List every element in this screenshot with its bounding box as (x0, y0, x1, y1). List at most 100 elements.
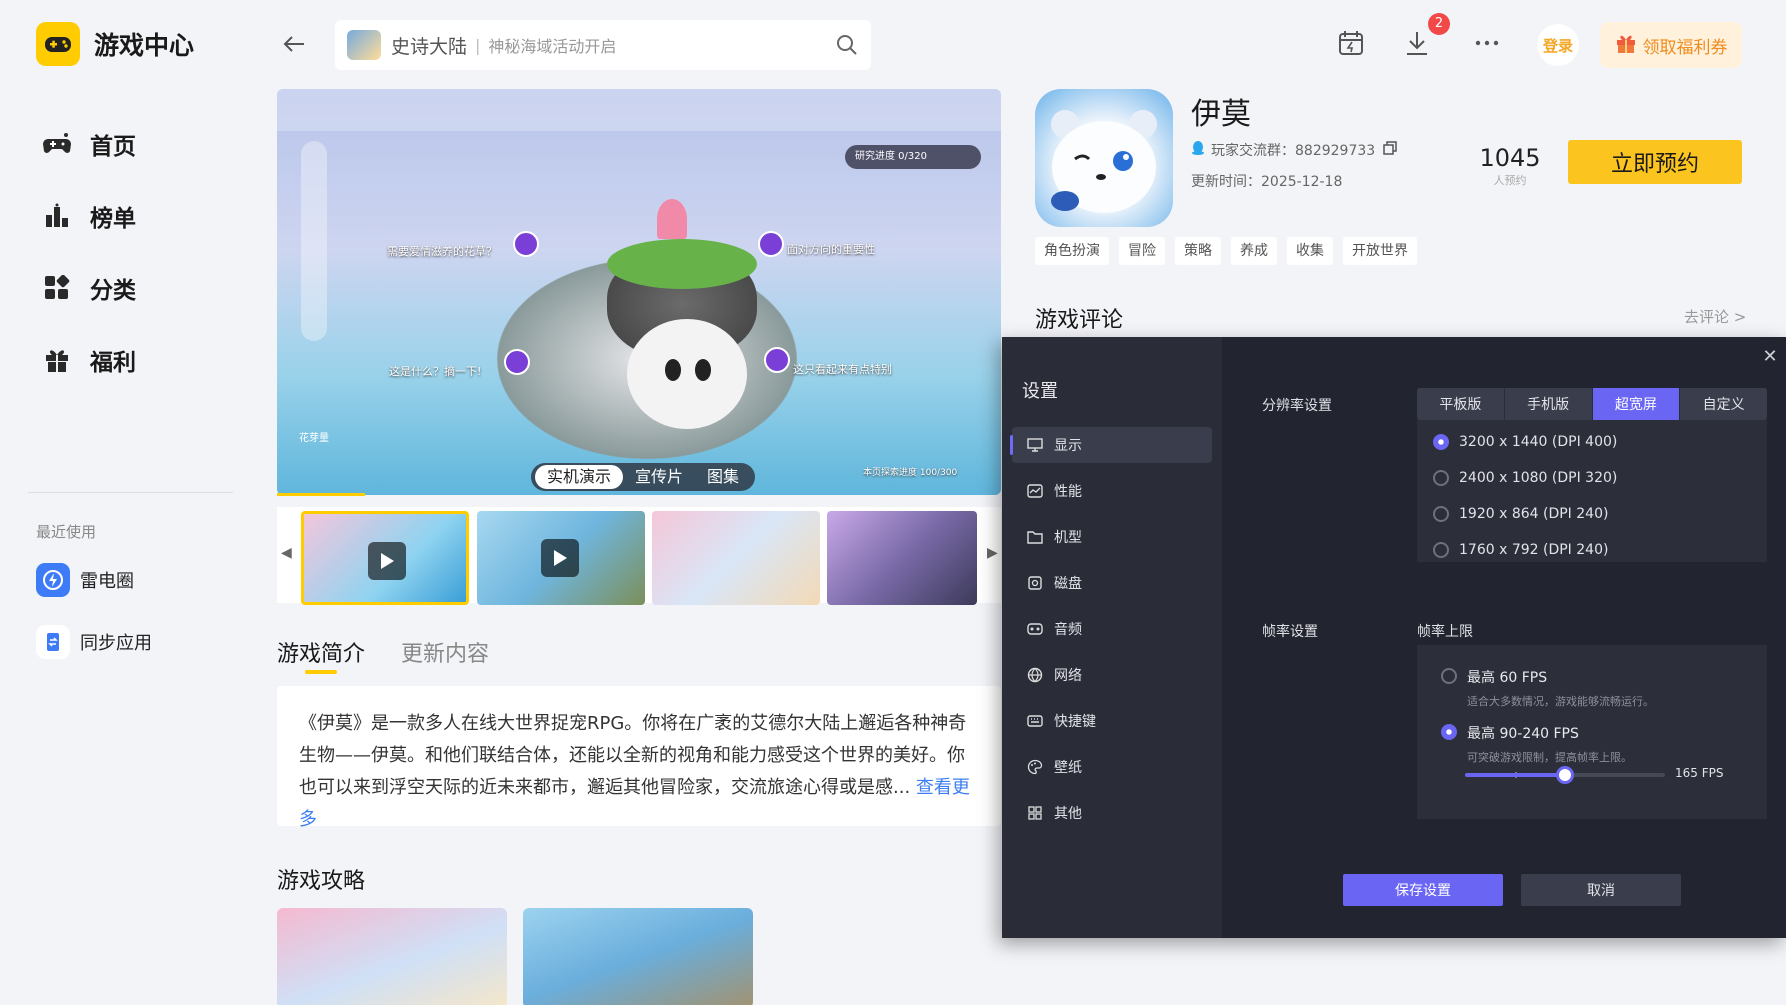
search-bar[interactable]: 史诗大陆 | 神秘海域活动开启 (335, 20, 871, 70)
close-icon[interactable]: ✕ (1760, 347, 1780, 367)
game-map-pin (504, 349, 530, 375)
game-tag[interactable]: 养成 (1231, 237, 1277, 265)
resolution-option[interactable]: 2400 x 1080 (DPI 320) (1433, 470, 1617, 486)
game-intro-box: 《伊莫》是一款多人在线大世界捉宠RPG。你将在广袤的艾德尔大陆上邂逅各种神奇生物… (277, 686, 1001, 830)
search-game-name: 史诗大陆 (391, 35, 468, 58)
thumbnail-video-1[interactable] (301, 511, 469, 605)
copy-icon[interactable] (1383, 141, 1397, 159)
cancel-button[interactable]: 取消 (1521, 874, 1681, 906)
welfare-coupon-label: 领取福利券 (1642, 37, 1728, 58)
thumbnail-image-2[interactable] (827, 511, 977, 605)
fps-slider-handle[interactable] (1556, 766, 1574, 784)
settings-menu-audio[interactable]: 音频 (1012, 611, 1212, 647)
game-scene-flower (657, 199, 687, 239)
resolution-option[interactable]: 1760 x 792 (DPI 240) (1433, 542, 1608, 558)
media-progress-bar (277, 493, 365, 496)
radio-button[interactable] (1433, 470, 1449, 486)
thumbnail-next-arrow-icon[interactable]: ▶ (987, 545, 1001, 565)
game-player-card: 花芽量 (299, 429, 499, 444)
settings-menu-display[interactable]: 显示 (1010, 427, 1212, 463)
thumbnail-prev-arrow-icon[interactable]: ◀ (281, 545, 295, 565)
radio-button[interactable] (1441, 668, 1457, 684)
media-tab-gameplay[interactable]: 实机演示 (535, 465, 624, 489)
settings-menu-disk[interactable]: 磁盘 (1012, 565, 1212, 601)
go-review-link[interactable]: 去评论 > (1684, 306, 1746, 327)
sidebar-item-ranking[interactable]: 榜单 (40, 180, 136, 252)
game-tag[interactable]: 角色扮演 (1035, 237, 1109, 265)
resolution-tab-ultrawide[interactable]: 超宽屏 (1592, 388, 1681, 420)
app-logo[interactable]: 游戏中心 (36, 22, 194, 66)
search-icon[interactable] (835, 33, 859, 57)
reserve-button[interactable]: 立即预约 (1568, 140, 1742, 184)
settings-menu-network[interactable]: 网络 (1012, 657, 1212, 693)
resolution-tab-phone[interactable]: 手机版 (1505, 388, 1593, 420)
tab-update-content[interactable]: 更新内容 (401, 636, 489, 668)
keyboard-icon (1026, 712, 1044, 730)
tab-game-intro[interactable]: 游戏简介 (277, 636, 365, 674)
game-map-pin (764, 347, 790, 373)
settings-menu-other[interactable]: 其他 (1012, 795, 1212, 831)
settings-menu-wallpaper[interactable]: 壁纸 (1012, 749, 1212, 785)
calendar-icon[interactable] (1336, 28, 1370, 62)
guide-card-1[interactable] (277, 908, 507, 1005)
thumbnail-strip: ◀ ▶ (277, 507, 1001, 605)
settings-menu-label: 壁纸 (1054, 760, 1082, 776)
sidebar-item-welfare[interactable]: 福利 (40, 324, 136, 396)
back-button[interactable] (280, 30, 312, 62)
save-settings-button[interactable]: 保存设置 (1343, 874, 1503, 906)
back-arrow-icon (283, 36, 304, 52)
game-intro-text: 《伊莫》是一款多人在线大世界捉宠RPG。你将在广袤的艾德尔大陆上邂逅各种神奇生物… (299, 713, 967, 798)
game-tag[interactable]: 开放世界 (1343, 237, 1417, 265)
sidebar-item-label: 榜单 (90, 206, 136, 232)
recent-item-sync[interactable]: 同步应用 (36, 625, 152, 659)
search-hint: 神秘海域活动开启 (488, 37, 617, 56)
fps-slider-value: 165 FPS (1675, 766, 1724, 780)
fps-option-60[interactable]: 最高 60 FPS 适合大多数情况，游戏能够流畅运行。 (1441, 667, 1654, 709)
resolution-option-label: 1760 x 792 (DPI 240) (1459, 542, 1609, 558)
settings-menu-device-model[interactable]: 机型 (1012, 519, 1212, 555)
settings-title: 设置 (1022, 381, 1058, 402)
qq-group-text: 玩家交流群：882929733 (1211, 143, 1376, 159)
category-icon (40, 271, 74, 305)
play-icon (368, 542, 406, 580)
radio-button[interactable] (1433, 542, 1449, 558)
game-title: 伊莫 (1191, 97, 1251, 132)
resolution-tab-tablet[interactable]: 平板版 (1417, 388, 1505, 420)
thumbnail-video-2[interactable] (477, 511, 645, 605)
sidebar-divider (28, 492, 233, 493)
game-tag[interactable]: 冒险 (1119, 237, 1165, 265)
game-tag[interactable]: 收集 (1287, 237, 1333, 265)
guide-card-2[interactable] (523, 908, 753, 1005)
game-tag[interactable]: 策略 (1175, 237, 1221, 265)
settings-menu-performance[interactable]: 性能 (1012, 473, 1212, 509)
update-time: 更新时间：2025-12-18 (1191, 174, 1343, 190)
fps-slider[interactable] (1465, 766, 1665, 784)
download-icon[interactable] (1402, 28, 1436, 62)
resolution-options: 3200 x 1440 (DPI 400) 2400 x 1080 (DPI 3… (1417, 420, 1767, 562)
resolution-tab-custom[interactable]: 自定义 (1680, 388, 1767, 420)
recent-item-leidian[interactable]: 雷电圈 (36, 563, 134, 597)
fps-option-90-240[interactable]: 最高 90-240 FPS 可突破游戏限制，提高帧率上限。 (1441, 723, 1632, 765)
thumbnail-image-1[interactable] (652, 511, 820, 605)
leidian-circle-icon (36, 563, 70, 597)
settings-menu-label: 其他 (1054, 806, 1082, 822)
welfare-coupon-button[interactable]: 领取福利券 (1600, 22, 1742, 68)
resolution-option[interactable]: 1920 x 864 (DPI 240) (1433, 506, 1608, 522)
radio-button-selected[interactable] (1441, 724, 1457, 740)
sidebar-item-category[interactable]: 分类 (40, 252, 136, 324)
radio-button-selected[interactable] (1433, 434, 1449, 450)
resolution-option[interactable]: 3200 x 1440 (DPI 400) (1433, 434, 1617, 450)
media-player[interactable]: 研究进度 0/320 需要爱情滋养的花草？ 面对方向的重要性 这是什么？摘一下!… (277, 89, 1001, 495)
media-tab-gallery[interactable]: 图集 (695, 465, 751, 489)
disk-icon (1026, 574, 1044, 592)
login-button[interactable]: 登录 (1537, 24, 1579, 66)
qq-penguin-icon (1191, 140, 1205, 160)
sidebar-item-home[interactable]: 首页 (40, 108, 136, 180)
media-tab-trailer[interactable]: 宣传片 (623, 465, 695, 489)
radio-button[interactable] (1433, 506, 1449, 522)
monitor-icon (1026, 436, 1044, 454)
settings-menu-label: 显示 (1054, 438, 1082, 454)
fps-option-label: 最高 90-240 FPS (1467, 726, 1579, 742)
more-icon[interactable] (1472, 28, 1506, 62)
settings-menu-shortcuts[interactable]: 快捷键 (1012, 703, 1212, 739)
